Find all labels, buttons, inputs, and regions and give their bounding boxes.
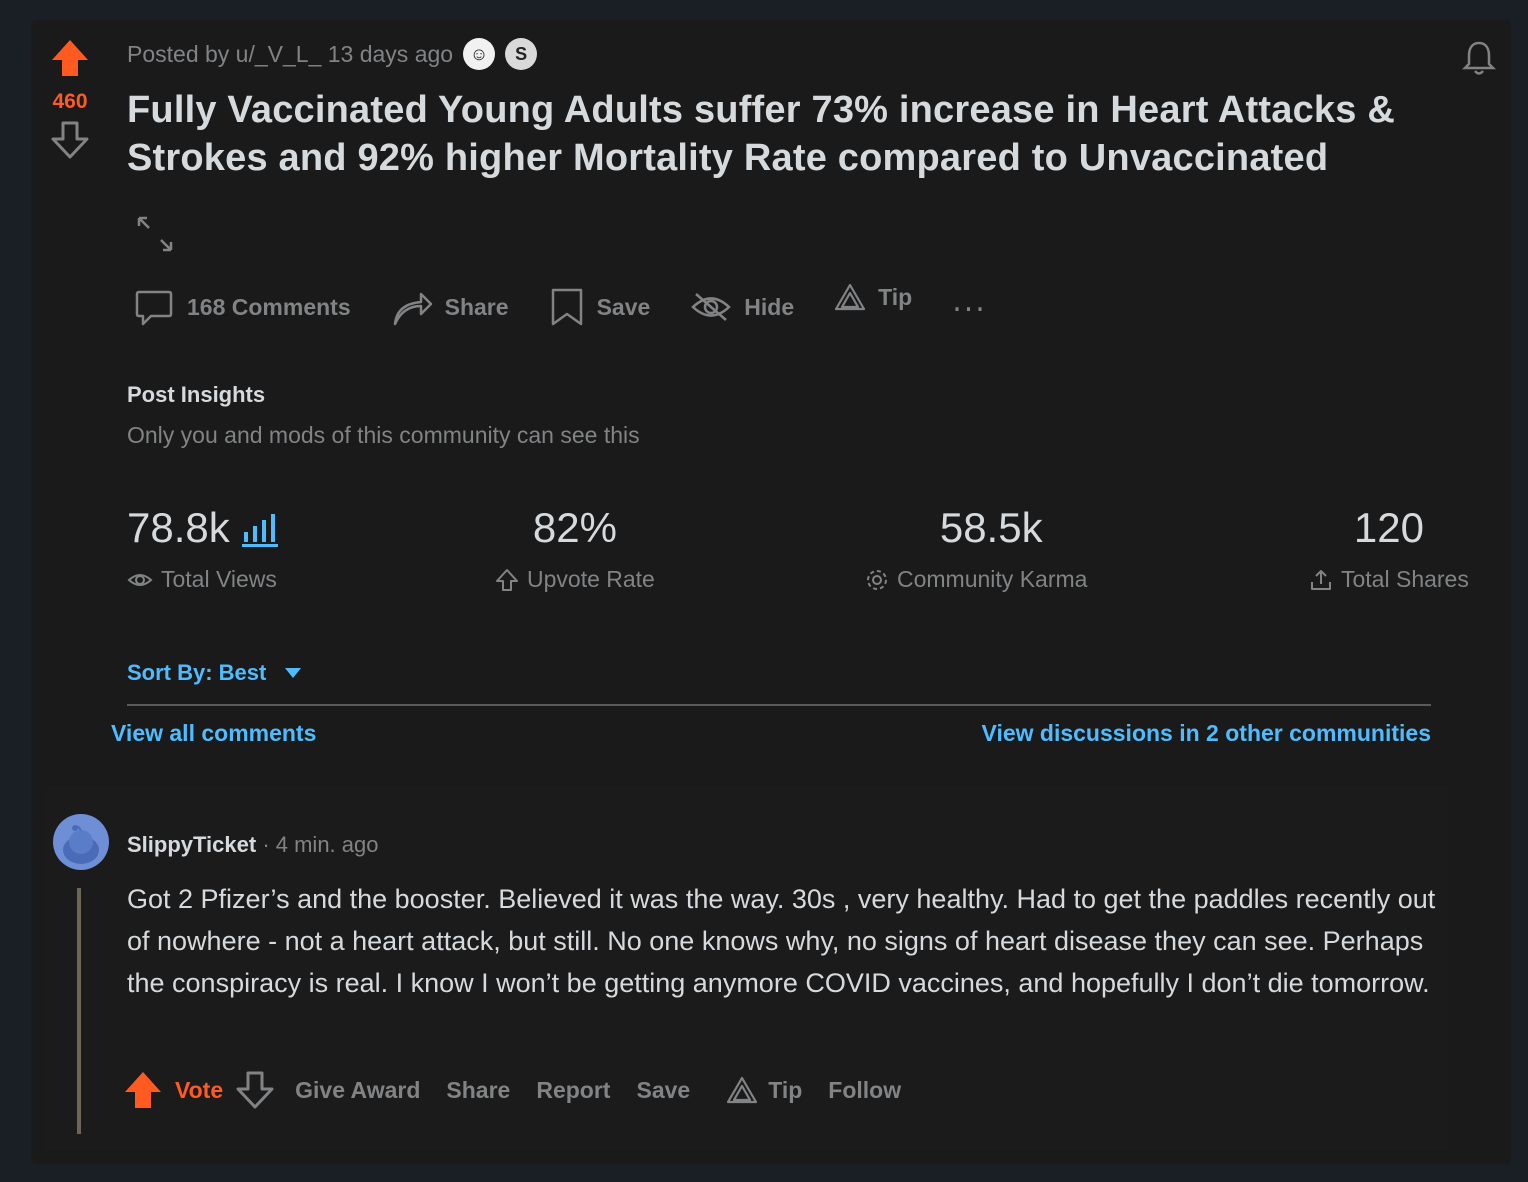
view-discussions-link[interactable]: View discussions in 2 other communities	[982, 720, 1431, 747]
hide-button[interactable]: Hide	[690, 290, 794, 324]
comment-vote-label: Vote	[175, 1076, 224, 1103]
view-all-comments-link[interactable]: View all comments	[111, 720, 316, 747]
comment-upvote-button[interactable]	[123, 1070, 163, 1110]
stat-upvote-rate-value: 82%	[532, 504, 617, 551]
comment-meta: SlippyTicket · 4 min. ago	[127, 832, 378, 858]
stat-upvote-rate-label: Upvote Rate	[527, 566, 655, 592]
notification-bell-button[interactable]	[1459, 38, 1499, 82]
silver-award-icon[interactable]: S	[505, 38, 538, 70]
post-meta: Posted by u/_V_L_ 13 days ago ☺ S	[127, 38, 538, 70]
comment-tip-button[interactable]: Tip	[726, 1076, 802, 1104]
stat-community-karma-value: 58.5k	[939, 504, 1043, 551]
bookmark-icon	[551, 288, 582, 326]
stat-total-shares: 120 Total Shares	[1309, 504, 1469, 593]
bell-icon	[1461, 41, 1497, 75]
comments-count-label: 168 Comments	[187, 293, 351, 320]
tip-triangle-icon	[727, 1076, 758, 1104]
eye-icon	[127, 573, 153, 586]
snoo-avatar-icon	[63, 825, 99, 864]
more-options-button[interactable]: ...	[952, 284, 987, 319]
report-button[interactable]: Report	[536, 1077, 610, 1104]
downvote-button[interactable]	[45, 120, 95, 164]
comment-save-button[interactable]: Save	[636, 1077, 690, 1104]
stat-upvote-rate: 82% Upvote Rate	[495, 504, 655, 593]
avatar[interactable]	[53, 814, 109, 870]
comment-time: · 4 min. ago	[256, 832, 379, 857]
stat-total-shares-label: Total Shares	[1341, 566, 1469, 592]
comment-share-button[interactable]: Share	[446, 1077, 510, 1104]
expand-button[interactable]	[135, 214, 175, 258]
stat-total-views-label: Total Views	[161, 566, 277, 592]
comments-button[interactable]: 168 Comments	[133, 286, 351, 328]
post-score: 460	[52, 90, 88, 113]
post-actions-bar: 168 Comments Share Save Hide Tip ...	[133, 283, 987, 328]
comment-tip-label: Tip	[768, 1076, 803, 1103]
stat-total-shares-value: 120	[1353, 504, 1424, 551]
tip-label: Tip	[878, 283, 913, 310]
save-label: Save	[596, 293, 651, 320]
upvote-arrow-icon	[52, 40, 88, 76]
comment-body: Got 2 Pfizer’s and the booster. Believed…	[127, 884, 1436, 998]
post-insights-subtitle: Only you and mods of this community can …	[127, 422, 640, 448]
expand-icon	[137, 216, 173, 252]
save-button[interactable]: Save	[549, 286, 651, 328]
sort-dropdown[interactable]: Sort By: Best	[127, 660, 302, 686]
tip-triangle-icon	[835, 283, 866, 311]
upvote-arrow-icon	[125, 1072, 161, 1108]
post-card: 460 Posted by u/_V_L_ 13 days ago ☺ S Fu…	[31, 20, 1511, 1164]
share-arrow-icon	[393, 292, 432, 326]
stat-total-views: 78.8k Total Views	[127, 504, 282, 593]
comment: SlippyTicket · 4 min. ago Got 2 Pfizer’s…	[45, 788, 1447, 1150]
comment-downvote-button[interactable]	[235, 1070, 275, 1110]
post-title[interactable]: Fully Vaccinated Young Adults suffer 73%…	[127, 86, 1447, 182]
post-vote-column: 460	[45, 38, 95, 164]
follow-button[interactable]: Follow	[828, 1077, 901, 1104]
comment-author[interactable]: SlippyTicket	[127, 832, 256, 857]
post-insights-title: Post Insights	[127, 382, 266, 407]
upvote-button[interactable]	[45, 38, 95, 82]
bar-chart-icon	[241, 514, 278, 547]
stat-community-karma-label: Community Karma	[897, 566, 1088, 592]
sort-divider	[127, 704, 1431, 706]
share-label: Share	[444, 293, 509, 320]
comment-bubble-icon	[135, 290, 173, 326]
tip-button[interactable]: Tip	[834, 283, 912, 311]
give-award-button[interactable]: Give Award	[295, 1077, 420, 1104]
downvote-arrow-icon	[236, 1071, 274, 1109]
upvote-outline-icon	[496, 568, 518, 591]
caret-down-icon	[285, 668, 302, 678]
comment-actions-bar: Vote Give Award Share Report Save Tip Fo…	[123, 1070, 927, 1110]
sort-label: Sort By: Best	[127, 660, 267, 685]
stat-total-views-value: 78.8k	[127, 504, 230, 551]
hide-eye-icon	[691, 293, 732, 321]
hide-label: Hide	[744, 293, 795, 320]
stat-community-karma: 58.5k Community Karma	[865, 504, 1087, 593]
share-up-icon	[1311, 569, 1331, 590]
share-button[interactable]: Share	[391, 286, 509, 328]
post-meta-text: Posted by u/_V_L_ 13 days ago	[127, 40, 454, 67]
karma-icon	[867, 569, 887, 590]
award-icon[interactable]: ☺	[463, 38, 496, 70]
downvote-arrow-icon	[51, 121, 89, 159]
thread-collapse-line[interactable]	[77, 888, 81, 1134]
